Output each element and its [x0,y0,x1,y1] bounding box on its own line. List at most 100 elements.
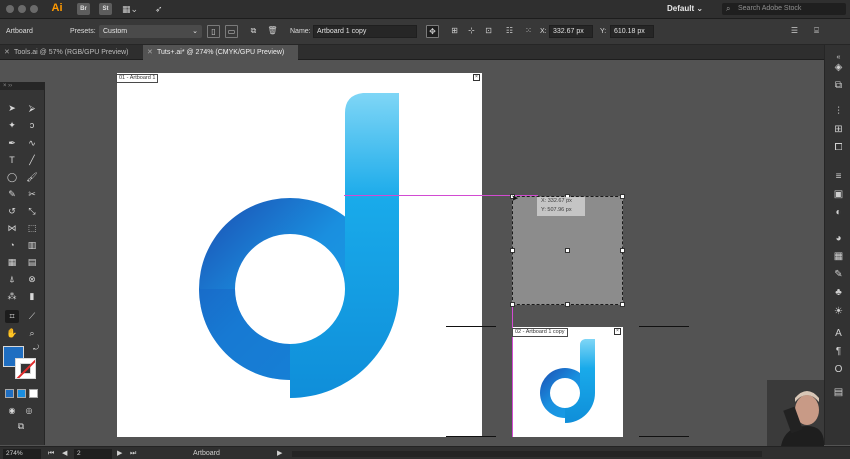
new-artboard-icon[interactable]: ⧉ [247,25,260,38]
scissors-tool-icon[interactable]: ✂ [25,188,39,201]
lasso-tool-icon[interactable]: ↄ [25,119,39,132]
gradient-mode-icon[interactable] [17,389,26,398]
pen-tool-icon[interactable]: ✒ [5,137,19,150]
type-tool-icon[interactable]: T [5,154,19,167]
width-tool-icon[interactable]: ⋈ [5,222,19,235]
x-position-field[interactable]: 332.67 px [549,25,593,38]
zoom-window-button[interactable] [30,5,38,13]
show-cross-hairs-icon[interactable]: ⊹ [465,25,478,38]
opentype-icon[interactable]: O [832,363,845,376]
draw-mode-icon[interactable]: ◉ [5,404,19,417]
show-center-mark-icon[interactable]: ⊞ [448,25,461,38]
pencil-tool-icon[interactable]: ✎ [5,188,19,201]
gpu-performance-rocket-icon[interactable]: ➶ [155,3,163,15]
zoom-tool-icon[interactable]: ⌕ [25,327,39,340]
artboard-name-field[interactable]: Artboard 1 copy [313,25,417,38]
none-mode-icon[interactable] [29,389,38,398]
screen-mode-icon[interactable]: ⧉ [14,420,28,433]
transparency-icon[interactable]: ◐ [832,206,845,219]
slice-tool-icon[interactable]: ⟋ [25,310,39,323]
artboard-number-field[interactable]: 2 [74,449,112,459]
align-icon[interactable]: ⫶ [832,105,845,118]
free-transform-tool-icon[interactable]: ⬚ [25,222,39,235]
tools-panel-header[interactable]: × ›› [0,82,45,90]
reference-point-icon[interactable]: ⁙ [522,25,535,38]
mesh-tool-icon[interactable]: ▦ [5,256,19,269]
artboard-2-label[interactable]: 02 - Artboard 1 copy [512,328,568,337]
center-handle[interactable] [565,248,570,253]
status-menu-icon[interactable]: ▶ [277,448,282,459]
stock-button[interactable]: St [99,3,112,15]
blend-tool-icon[interactable]: ⊗ [25,273,39,286]
portrait-orientation-icon[interactable]: ▯ [207,25,220,38]
close-window-button[interactable] [6,5,14,13]
close-icon[interactable]: ✕ [4,45,10,60]
layers-icon[interactable]: ◈ [832,61,845,74]
direct-selection-tool-icon[interactable]: ⮚ [25,102,39,115]
arrange-documents-icon[interactable]: ▦⌄ [122,3,138,15]
artboard-1-close-icon[interactable]: × [473,74,480,81]
swatches-icon[interactable]: ▦ [832,250,845,263]
tab-tuts-ai[interactable]: ✕ Tuts+.ai* @ 274% (CMYK/GPU Preview) [143,45,298,60]
symbol-sprayer-tool-icon[interactable]: ⁂ [5,290,19,303]
bridge-button[interactable]: Br [77,3,90,15]
color-icon[interactable]: ◕ [832,232,845,245]
ellipse-tool-icon[interactable]: ◯ [5,171,19,184]
brushes-icon[interactable]: ✎ [832,268,845,281]
artboard-2[interactable] [513,327,623,437]
gradient-panel-icon[interactable]: ▣ [832,188,845,201]
artboard-2-close-icon[interactable]: × [614,328,621,335]
artboards-panel-icon[interactable]: ⧉ [832,79,845,92]
symbols-icon[interactable]: ♣ [832,286,845,299]
artboard-options-icon[interactable]: ☷ [503,25,516,38]
tab-tools-ai[interactable]: ✕ Tools.ai @ 57% (RGB/GPU Preview) [0,45,143,60]
resize-handle[interactable] [510,248,515,253]
horizontal-scrollbar[interactable] [292,451,762,457]
resize-handle[interactable] [565,302,570,307]
previous-artboard-icon[interactable]: ◀ [62,448,67,459]
resize-handle[interactable] [620,194,625,199]
swap-fill-stroke-icon[interactable]: ⤾ [29,342,43,355]
scale-tool-icon[interactable]: ⤡ [25,205,39,218]
first-artboard-icon[interactable]: ⏮ [48,448,54,459]
artboard-1-label[interactable]: 01 - Artboard 1 [116,74,159,83]
next-artboard-icon[interactable]: ▶ [117,448,122,459]
pathfinder-icon[interactable]: ⧠ [832,141,845,154]
resize-handle[interactable] [620,248,625,253]
shape-builder-tool-icon[interactable]: ◔ [5,239,19,252]
artboard-tool-icon[interactable]: ⌗ [5,310,19,323]
stock-search-input[interactable]: ⌕ Search Adobe Stock [722,3,846,15]
curvature-tool-icon[interactable]: ∿ [25,137,39,150]
appearance-icon[interactable]: ☀ [832,305,845,318]
resize-handle[interactable] [620,302,625,307]
character-icon[interactable]: A [832,327,845,340]
paintbrush-tool-icon[interactable]: 🖌 [25,171,39,184]
minimize-window-button[interactable] [18,5,26,13]
line-segment-tool-icon[interactable]: ╱ [25,154,39,167]
column-graph-tool-icon[interactable]: ▮ [25,290,39,303]
panel-menu-icon[interactable]: ☰ [788,25,801,38]
artboard-1[interactable] [117,73,482,437]
libraries-icon[interactable]: ▤ [832,386,845,399]
perspective-grid-tool-icon[interactable]: ▥ [25,239,39,252]
presets-dropdown[interactable]: Custom ⌄ [99,25,202,38]
hand-tool-icon[interactable]: ✋ [5,327,19,340]
paragraph-icon[interactable]: ¶ [832,345,845,358]
resize-handle[interactable] [510,302,515,307]
close-icon[interactable]: ✕ [147,45,153,60]
move-copy-artwork-icon[interactable]: ✥ [426,25,439,38]
eyedropper-tool-icon[interactable]: ⍋ [5,273,19,286]
show-safe-areas-icon[interactable]: ⊡ [482,25,495,38]
landscape-orientation-icon[interactable]: ▭ [225,25,238,38]
zoom-level-field[interactable]: 274% [3,449,41,459]
stroke-color-swatch[interactable] [15,358,36,379]
selection-tool-icon[interactable]: ➤ [5,102,19,115]
rotate-tool-icon[interactable]: ↺ [5,205,19,218]
color-mode-icon[interactable] [5,389,14,398]
stroke-icon[interactable]: ≡ [832,170,845,183]
last-artboard-icon[interactable]: ⏭ [130,448,136,459]
align-options-icon[interactable]: ⌸ [810,25,823,38]
delete-artboard-icon[interactable]: 🗑 [266,25,279,38]
workspace-switcher[interactable]: Default ⌄ [667,3,715,15]
gradient-tool-icon[interactable]: ▤ [25,256,39,269]
